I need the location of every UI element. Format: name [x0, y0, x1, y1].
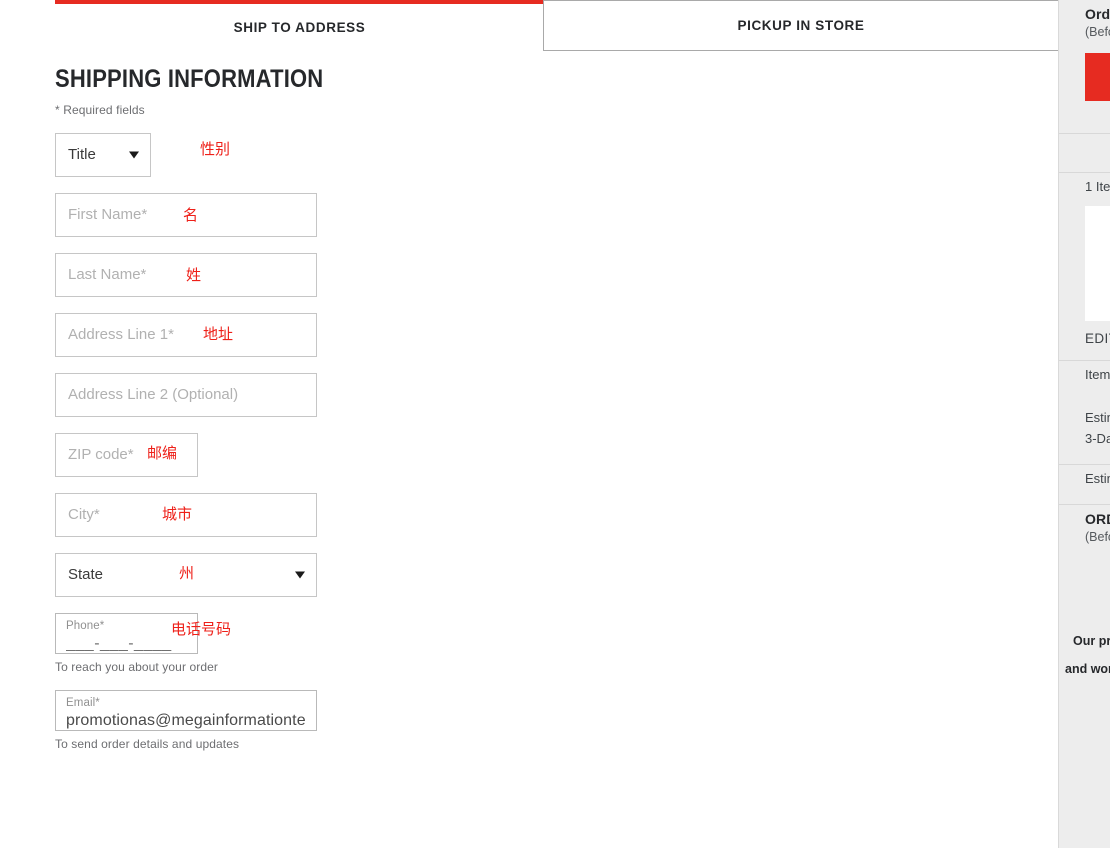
field-row-state: State 州: [55, 552, 525, 597]
product-thumbnail[interactable]: [1085, 206, 1110, 321]
tab-divider: [543, 50, 1059, 51]
edit-block: EDIT: [1059, 321, 1110, 346]
checkout-page: SHIP TO ADDRESS PICKUP IN STORE SHIPPING…: [0, 0, 1110, 848]
phone-input[interactable]: Phone* ___-___-____: [55, 612, 198, 654]
field-row-last-name: Last Name* 姓: [55, 252, 525, 297]
items-subtotal-label: Item: [1085, 367, 1110, 382]
estimated-shipping-detail: 3-Da: [1085, 431, 1110, 446]
address-line-2-input[interactable]: Address Line 2 (Optional): [55, 372, 317, 417]
footer-line-1: Our prod: [1073, 634, 1110, 648]
edit-item-link[interactable]: EDIT: [1085, 321, 1110, 346]
field-row-address1: Address Line 1* 地址: [55, 312, 525, 357]
item-count: 1 Ite: [1085, 179, 1110, 194]
page-title: SHIPPING INFORMATION: [55, 65, 324, 93]
phone-label: Phone*: [66, 619, 105, 632]
item-count-block: 1 Ite: [1059, 173, 1110, 194]
email-helper-text: To send order details and updates: [55, 736, 240, 751]
order-total-title: ORD: [1085, 511, 1110, 527]
footer-line-2: and work: [1065, 662, 1110, 676]
order-total-subtitle: (Befo: [1085, 530, 1110, 544]
shipping-form: SHIPPING INFORMATION * Required fields T…: [55, 51, 525, 751]
checkout-tabs: SHIP TO ADDRESS PICKUP IN STORE: [0, 0, 1059, 51]
tab-ship-to-address[interactable]: SHIP TO ADDRESS: [55, 0, 544, 51]
first-name-input[interactable]: First Name*: [55, 192, 317, 237]
sidebar-footer: Our prod and work: [1059, 630, 1110, 676]
annotation-title: 性别: [200, 139, 231, 158]
order-summary-sidebar: Order (Befo 1 Ite EDIT Item Estim 3-Da E: [1058, 0, 1110, 848]
chevron-down-icon: [129, 151, 139, 159]
chevron-down-icon: [295, 571, 305, 579]
estimated-shipping-label: Estim: [1085, 410, 1110, 425]
phone-value: ___-___-____: [66, 634, 172, 652]
field-row-email: Email* promotionas@megainformationte To …: [55, 689, 525, 751]
field-row-address2: Address Line 2 (Optional): [55, 372, 525, 417]
city-input[interactable]: City*: [55, 492, 317, 537]
state-select-value: State: [68, 566, 104, 584]
state-select[interactable]: State: [55, 552, 317, 597]
field-row-first-name: First Name* 名: [55, 192, 525, 237]
tab-pickup-in-store[interactable]: PICKUP IN STORE: [543, 0, 1059, 51]
address-line-1-input[interactable]: Address Line 1*: [55, 312, 317, 357]
estimated-tax-label: Estim: [1085, 471, 1110, 486]
checkout-button[interactable]: [1085, 53, 1110, 101]
field-row-zip: ZIP code* 邮编: [55, 432, 525, 477]
title-select-value: Title: [68, 146, 96, 164]
field-row-phone: Phone* ___-___-____ 电话号码 To reach you ab…: [55, 612, 525, 674]
totals-block: Item Estim 3-Da: [1059, 361, 1110, 446]
order-summary-subtitle: (Befo: [1085, 25, 1110, 39]
order-total-block: ORD (Befo: [1059, 505, 1110, 544]
zip-code-input[interactable]: ZIP code*: [55, 432, 198, 477]
required-fields-note: * Required fields: [55, 102, 145, 117]
email-input[interactable]: Email* promotionas@megainformationte: [55, 689, 317, 731]
email-label: Email*: [66, 696, 100, 709]
estimated-tax-block: Estim: [1059, 465, 1110, 486]
order-summary-title: Order: [1085, 6, 1110, 22]
email-value: promotionas@megainformationte: [66, 711, 306, 729]
order-summary-header: Order (Befo: [1059, 0, 1110, 39]
field-row-city: City* 城市: [55, 492, 525, 537]
field-row-title: Title 性别: [55, 132, 525, 177]
last-name-input[interactable]: Last Name*: [55, 252, 317, 297]
phone-helper-text: To reach you about your order: [55, 659, 218, 674]
title-select[interactable]: Title: [55, 132, 151, 177]
